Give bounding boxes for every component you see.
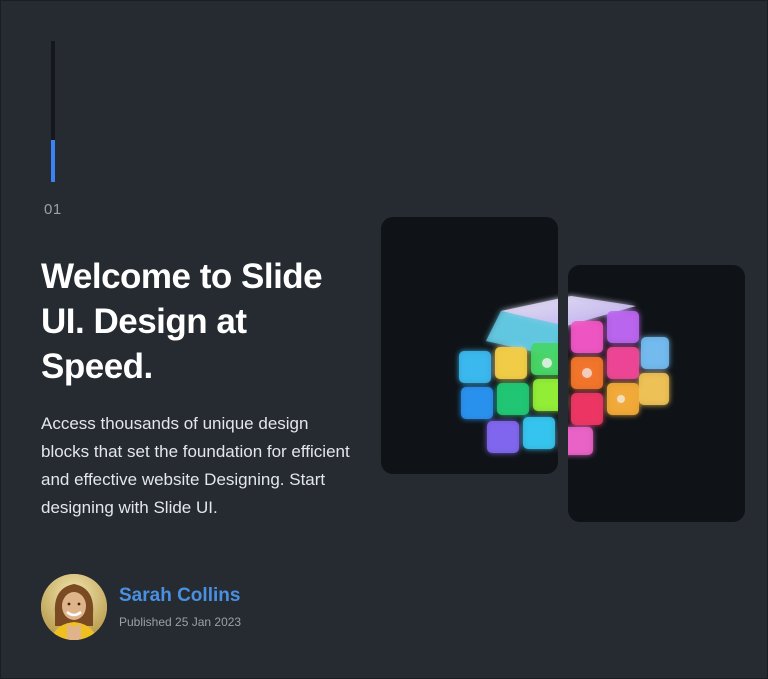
hero-description: Access thousands of unique design blocks… xyxy=(41,414,350,517)
author-name[interactable]: Sarah Collins xyxy=(119,585,240,607)
author-photo xyxy=(41,574,107,640)
author-avatar[interactable] xyxy=(41,574,107,640)
slide-progress-bar xyxy=(51,41,55,182)
hero-title: Welcome to Slide UI. Design at Speed. xyxy=(41,257,323,386)
slide-number: 01 xyxy=(44,201,62,218)
slide-progress-fill xyxy=(51,139,55,182)
slide-frame: 01 Welcome to Slide UI. Design at Speed.… xyxy=(0,0,768,679)
published-date: Published 25 Jan 2023 xyxy=(119,615,242,629)
card-gap xyxy=(558,271,568,471)
